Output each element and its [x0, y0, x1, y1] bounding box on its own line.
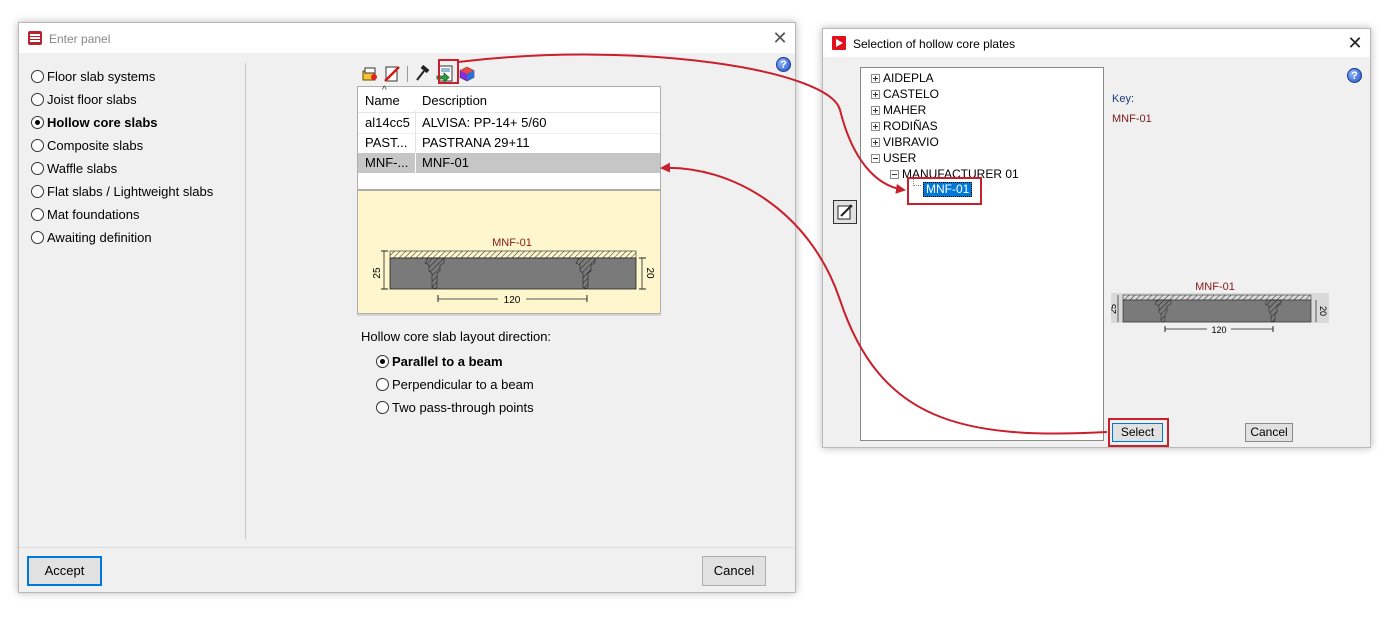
- arrow-import-to-leaf: [457, 53, 906, 194]
- arrow-select-to-row: [660, 162, 1108, 435]
- annotation-arrows: [457, 53, 1108, 435]
